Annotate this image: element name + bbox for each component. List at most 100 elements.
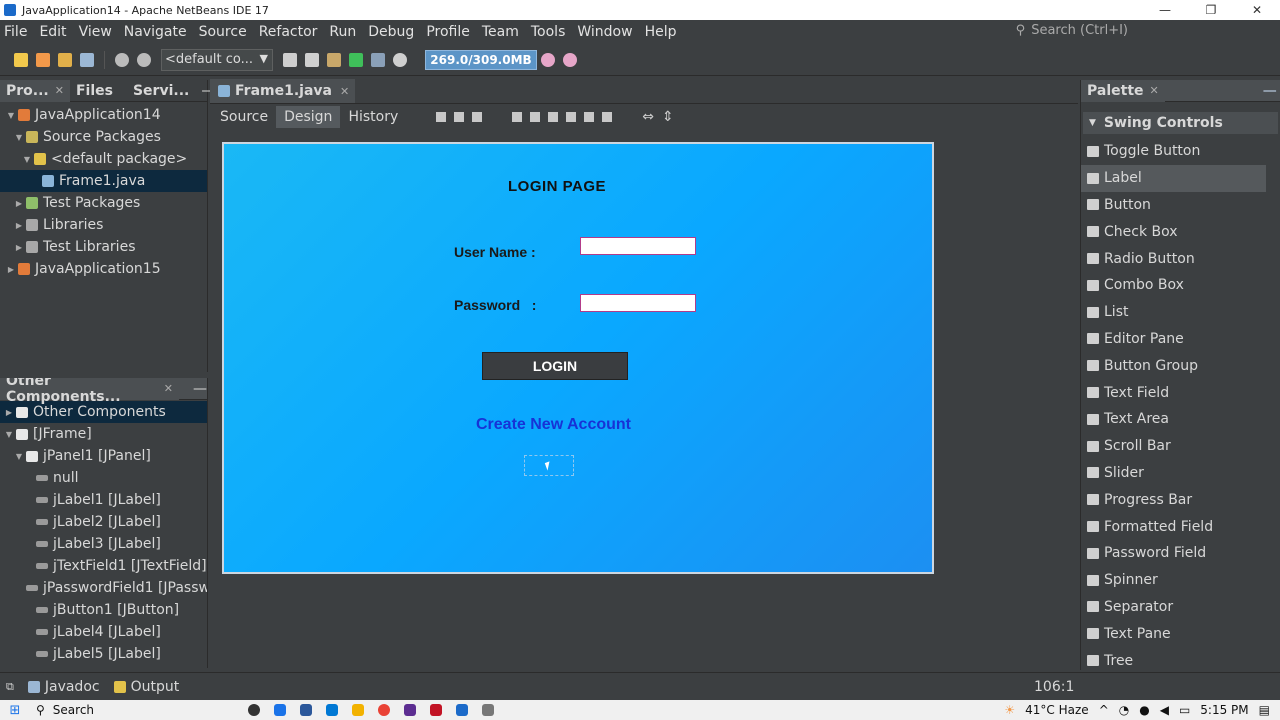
javadoc-tab[interactable]: Javadoc: [27, 679, 100, 695]
chevron-down-icon[interactable]: ▼: [6, 111, 16, 120]
palette-item[interactable]: Spinner: [1081, 567, 1280, 594]
tab-design[interactable]: Design: [276, 106, 341, 128]
palette-item[interactable]: Text Field: [1081, 379, 1280, 406]
debug-icon[interactable]: [371, 52, 385, 67]
center-vertically-icon[interactable]: [602, 112, 613, 122]
close-icon[interactable]: ✕: [55, 84, 64, 97]
navigator-tree-item[interactable]: ▼ [JFrame]: [0, 423, 207, 445]
microphone-icon[interactable]: ●: [1139, 703, 1149, 717]
taskbar-search[interactable]: ⚲ Search: [30, 703, 190, 717]
tab-frame1-java[interactable]: Frame1.java ✕: [210, 79, 356, 103]
clean-build-icon[interactable]: [327, 52, 341, 67]
menu-run[interactable]: Run: [325, 24, 360, 40]
chevron-down-icon[interactable]: ▼: [14, 133, 24, 142]
close-window-button[interactable]: ✕: [1234, 0, 1280, 20]
palette-item[interactable]: List: [1081, 299, 1280, 326]
file-explorer-icon[interactable]: [352, 704, 364, 716]
palette-item[interactable]: Password Field: [1081, 540, 1280, 567]
tab-projects[interactable]: Pro... ✕: [0, 79, 70, 102]
selection-mode-icon[interactable]: [436, 112, 447, 122]
resize-vertical-icon[interactable]: ⇕: [662, 109, 674, 125]
tab-palette[interactable]: Palette ✕: [1081, 79, 1165, 102]
login-page-title[interactable]: LOGIN PAGE: [508, 178, 606, 195]
palette-item[interactable]: Combo Box: [1081, 272, 1280, 299]
palette-item[interactable]: Tree: [1081, 647, 1280, 674]
navigator-tree-item[interactable]: jLabel1 [JLabel]: [0, 489, 207, 511]
chevron-right-icon[interactable]: ▶: [14, 221, 24, 230]
configuration-select[interactable]: <default co... ▼: [161, 48, 273, 71]
palette-item[interactable]: Radio Button: [1081, 245, 1280, 272]
profile-icon[interactable]: [393, 52, 407, 67]
minimize-panel-icon[interactable]: —: [193, 381, 207, 397]
clock-time[interactable]: 5:15 PM: [1200, 703, 1248, 717]
resize-horizontal-icon[interactable]: ⇔: [642, 109, 654, 125]
minimize-panel-icon[interactable]: —: [1263, 83, 1277, 99]
palette-item[interactable]: Separator: [1081, 594, 1280, 621]
navigator-tree-item[interactable]: jLabel5 [JLabel]: [0, 643, 207, 665]
tab-history[interactable]: History: [340, 106, 406, 128]
build-icon[interactable]: [305, 52, 319, 67]
visual-studio-icon[interactable]: [404, 704, 416, 716]
app-icon-red[interactable]: [430, 704, 442, 716]
project-tree-item[interactable]: ▼ JavaApplication14: [0, 104, 207, 126]
tab-source[interactable]: Source: [212, 106, 276, 128]
password-label[interactable]: Password :: [454, 297, 536, 313]
mail-icon[interactable]: [326, 704, 338, 716]
project-tree-item[interactable]: ▼ Source Packages: [0, 126, 207, 148]
tab-services[interactable]: Servi...: [127, 80, 195, 102]
palette-item[interactable]: Label: [1081, 164, 1266, 192]
menu-view[interactable]: View: [75, 24, 116, 40]
chevron-icon[interactable]: ▼: [4, 430, 14, 439]
chevron-right-icon[interactable]: ▶: [14, 199, 24, 208]
close-icon[interactable]: ✕: [340, 85, 349, 98]
undo-icon[interactable]: [115, 52, 129, 67]
create-account-link[interactable]: Create New Account: [476, 416, 631, 434]
battery-icon[interactable]: ▭: [1179, 703, 1190, 717]
palette-item[interactable]: Button: [1081, 192, 1280, 219]
align-left-icon[interactable]: [512, 112, 523, 122]
close-icon[interactable]: ✕: [164, 382, 173, 395]
chrome-icon[interactable]: [378, 704, 390, 716]
project-tree-item[interactable]: Frame1.java: [0, 170, 207, 192]
connection-mode-icon[interactable]: [454, 112, 465, 122]
tab-files[interactable]: Files: [70, 80, 119, 102]
menu-refactor[interactable]: Refactor: [255, 24, 322, 40]
menu-navigate[interactable]: Navigate: [120, 24, 191, 40]
palette-item[interactable]: Text Area: [1081, 406, 1280, 433]
navigator-tree-item[interactable]: jLabel2 [JLabel]: [0, 511, 207, 533]
align-right-icon[interactable]: [530, 112, 541, 122]
run-icon[interactable]: [349, 52, 363, 67]
project-tree-item[interactable]: ▶ Test Packages: [0, 192, 207, 214]
network-icon[interactable]: ◔: [1119, 703, 1129, 717]
chevron-icon[interactable]: ▶: [4, 408, 14, 417]
gc-icon[interactable]: [541, 52, 555, 67]
chevron-right-icon[interactable]: ▶: [14, 243, 24, 252]
profiler-snapshot-icon[interactable]: [563, 52, 577, 67]
ide-search-box[interactable]: ⚲ Search (Ctrl+I): [1016, 23, 1128, 38]
chevron-icon[interactable]: ▼: [14, 452, 24, 461]
menu-edit[interactable]: Edit: [35, 24, 70, 40]
palette-item[interactable]: Editor Pane: [1081, 326, 1280, 353]
menu-source[interactable]: Source: [195, 24, 251, 40]
menu-team[interactable]: Team: [478, 24, 523, 40]
tab-other-components[interactable]: Other Components... ✕: [0, 378, 179, 405]
hammer-icon[interactable]: [283, 52, 297, 67]
chevron-up-icon[interactable]: ^: [1099, 703, 1109, 717]
volume-icon[interactable]: ◀: [1160, 703, 1169, 717]
palette-item[interactable]: Scroll Bar: [1081, 433, 1280, 460]
palette-item[interactable]: Button Group: [1081, 352, 1280, 379]
palette-item[interactable]: Check Box: [1081, 218, 1280, 245]
align-top-icon[interactable]: [566, 112, 577, 122]
align-bottom-icon[interactable]: [584, 112, 595, 122]
close-icon[interactable]: ✕: [1150, 84, 1159, 97]
navigator-tree-item[interactable]: jTextField1 [JTextField]: [0, 555, 207, 577]
menu-profile[interactable]: Profile: [422, 24, 474, 40]
windows-start-icon[interactable]: ⊞: [0, 703, 30, 718]
menu-help[interactable]: Help: [641, 24, 681, 40]
center-horizontally-icon[interactable]: [548, 112, 559, 122]
minimize-button[interactable]: —: [1142, 0, 1188, 20]
chevron-down-icon[interactable]: ▼: [22, 155, 32, 164]
notifications-icon[interactable]: ▤: [1259, 703, 1270, 717]
redo-icon[interactable]: [137, 52, 151, 67]
new-project-icon[interactable]: [36, 52, 50, 67]
